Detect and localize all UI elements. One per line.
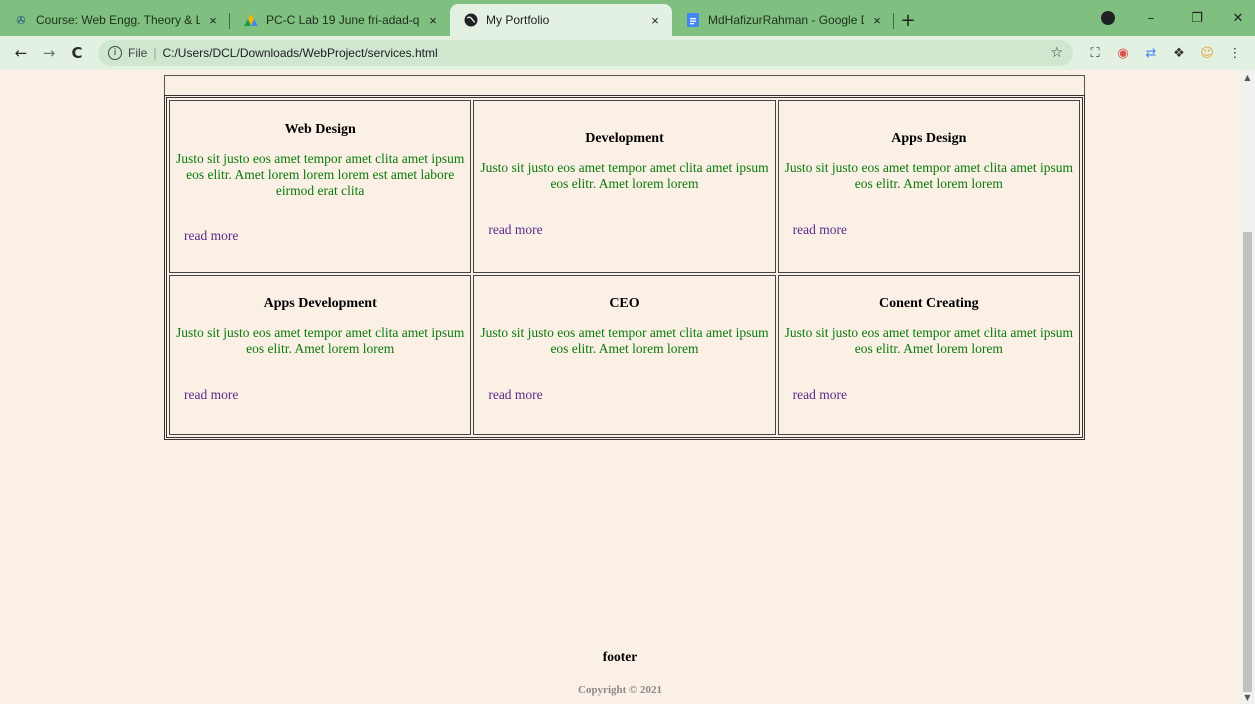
- service-description: Justo sit justo eos amet tempor amet cli…: [176, 325, 465, 356]
- tab-title: My Portfolio: [486, 13, 550, 27]
- service-description: Justo sit justo eos amet tempor amet cli…: [480, 325, 769, 356]
- extension-translate-icon[interactable]: ⇄: [1139, 41, 1163, 65]
- read-more-link[interactable]: read more: [781, 387, 1077, 403]
- url-text: C:/Users/DCL/Downloads/WebProject/servic…: [162, 46, 438, 60]
- close-icon[interactable]: ×: [206, 13, 220, 28]
- tab-title: MdHafizurRahman - Google Doc: [708, 13, 864, 27]
- reload-icon[interactable]: C: [64, 40, 90, 66]
- table-row: Web Design Justo sit justo eos amet temp…: [169, 100, 1080, 273]
- service-cell-web-design: Web Design Justo sit justo eos amet temp…: [169, 100, 472, 273]
- scroll-up-icon[interactable]: ▲: [1240, 70, 1255, 84]
- extensions-puzzle-icon[interactable]: ❖: [1167, 41, 1191, 65]
- tab-drive[interactable]: PC-C Lab 19 June fri-adad-qmw ×: [230, 4, 450, 36]
- close-icon[interactable]: ×: [648, 13, 662, 28]
- moodle-icon: ✇: [16, 14, 26, 27]
- tab-google-doc[interactable]: MdHafizurRahman - Google Doc ×: [672, 4, 894, 36]
- bookmark-star-icon[interactable]: ☆: [1050, 45, 1063, 61]
- vertical-scrollbar[interactable]: ▲ ▼: [1240, 70, 1255, 704]
- tab-course[interactable]: ✇ Course: Web Engg. Theory & Lab ×: [0, 4, 230, 36]
- forward-icon[interactable]: →: [36, 40, 62, 66]
- docs-icon: [686, 13, 700, 27]
- drive-icon: [244, 13, 258, 27]
- service-description: Justo sit justo eos amet tempor amet cli…: [480, 160, 769, 191]
- service-title: Conent Creating: [878, 296, 979, 311]
- globe-icon: [464, 13, 478, 27]
- service-title: CEO: [609, 296, 640, 311]
- read-more-link[interactable]: read more: [172, 387, 468, 403]
- service-cell-apps-development: Apps Development Justo sit justo eos ame…: [169, 275, 472, 435]
- tab-title: PC-C Lab 19 June fri-adad-qmw: [266, 13, 420, 27]
- scrollbar-thumb[interactable]: [1243, 232, 1252, 692]
- read-more-link[interactable]: read more: [781, 222, 1077, 238]
- service-cell-content-creating: Conent Creating Justo sit justo eos amet…: [777, 275, 1080, 435]
- service-title: Apps Design: [891, 131, 967, 146]
- extension-shield-icon[interactable]: ◉: [1111, 41, 1135, 65]
- tab-strip: ✇ Course: Web Engg. Theory & Lab × PC-C …: [0, 0, 1255, 36]
- profile-icon[interactable]: [1088, 0, 1128, 36]
- read-more-link[interactable]: read more: [476, 387, 772, 403]
- back-icon[interactable]: ←: [8, 40, 34, 66]
- address-bar[interactable]: i File | C:/Users/DCL/Downloads/WebProje…: [98, 40, 1073, 66]
- copyright-text: Copyright © 2021: [578, 684, 662, 696]
- service-cell-development: Development Justo sit justo eos amet tem…: [473, 100, 776, 273]
- service-title: Apps Development: [263, 296, 377, 311]
- close-icon[interactable]: ×: [426, 13, 440, 28]
- extension-avatar-icon[interactable]: ☺: [1195, 41, 1219, 65]
- table-top-edge: [164, 75, 1085, 95]
- scroll-down-icon[interactable]: ▼: [1240, 690, 1255, 704]
- service-cell-ceo: CEO Justo sit justo eos amet tempor amet…: [473, 275, 776, 435]
- service-cell-apps-design: Apps Design Justo sit justo eos amet tem…: [777, 100, 1080, 273]
- service-description: Justo sit justo eos amet tempor amet cli…: [784, 325, 1073, 356]
- footer-heading: footer: [602, 649, 638, 664]
- tab-title: Course: Web Engg. Theory & Lab: [36, 13, 200, 27]
- browser-toolbar: ← → C i File | C:/Users/DCL/Downloads/We…: [0, 36, 1255, 70]
- service-title: Web Design: [284, 122, 356, 137]
- services-table: Web Design Justo sit justo eos amet temp…: [164, 95, 1085, 440]
- restore-icon[interactable]: ❐: [1174, 0, 1220, 36]
- tab-my-portfolio[interactable]: My Portfolio ×: [450, 4, 672, 36]
- close-icon[interactable]: ×: [870, 13, 884, 28]
- page-viewport: Web Design Justo sit justo eos amet temp…: [0, 70, 1240, 704]
- read-more-link[interactable]: read more: [476, 222, 772, 238]
- service-description: Justo sit justo eos amet tempor amet cli…: [784, 160, 1073, 191]
- minimize-icon[interactable]: –: [1128, 0, 1174, 36]
- url-scheme: File: [128, 46, 148, 60]
- service-title: Development: [585, 131, 664, 146]
- menu-kebab-icon[interactable]: ⋮: [1223, 41, 1247, 65]
- table-row: Apps Development Justo sit justo eos ame…: [169, 275, 1080, 435]
- window-close-icon[interactable]: ✕: [1220, 0, 1255, 36]
- read-more-link[interactable]: read more: [172, 228, 468, 244]
- extension-screenshot-icon[interactable]: ⛶: [1083, 41, 1107, 65]
- service-description: Justo sit justo eos amet tempor amet cli…: [176, 151, 465, 198]
- new-tab-button[interactable]: +: [894, 4, 922, 36]
- info-icon[interactable]: i: [108, 46, 122, 60]
